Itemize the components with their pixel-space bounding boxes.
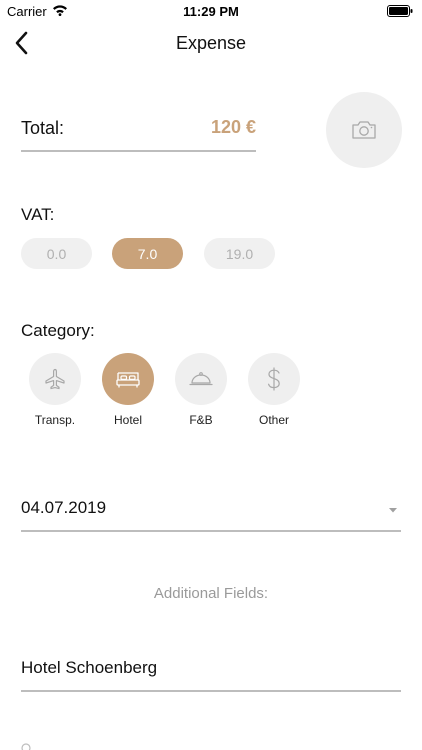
date-underline [21, 530, 401, 532]
hotel-name-field[interactable]: Hotel Schoenberg [21, 658, 157, 678]
airplane-icon [45, 368, 65, 390]
category-transport[interactable]: Transp. [29, 353, 81, 427]
category-other[interactable]: Other [248, 353, 300, 427]
camera-icon [352, 121, 376, 139]
category-hotel-circle[interactable] [102, 353, 154, 405]
vat-option-19[interactable]: 19.0 [204, 238, 275, 269]
additional-fields-heading: Additional Fields: [153, 585, 269, 602]
category-hotel[interactable]: Hotel [102, 353, 154, 427]
clock: 11:29 PM [183, 4, 239, 19]
category-food-beverage[interactable]: F&B [175, 353, 227, 427]
location-pin-icon [21, 743, 31, 750]
cloche-icon [189, 372, 213, 386]
category-food-beverage-circle[interactable] [175, 353, 227, 405]
category-transport-circle[interactable] [29, 353, 81, 405]
dollar-icon [268, 367, 280, 391]
status-bar: Carrier 11:29 PM [0, 0, 422, 22]
total-amount[interactable]: 120 € [150, 117, 256, 138]
vat-label: VAT: [21, 205, 55, 224]
category-other-label: Other [258, 413, 289, 427]
vat-option-7[interactable]: 7.0 [112, 238, 183, 269]
camera-button[interactable] [326, 92, 402, 168]
caret-down-icon[interactable] [388, 507, 398, 513]
bed-icon [116, 372, 140, 388]
category-label: Category: [21, 321, 95, 340]
page-title: Expense [175, 33, 247, 53]
category-other-circle[interactable] [248, 353, 300, 405]
date-field[interactable]: 04.07.2019 [21, 498, 106, 518]
nav-bar: Expense [0, 22, 422, 66]
hotel-name-underline [21, 690, 401, 692]
total-underline [21, 150, 256, 152]
total-label: Total: [21, 118, 65, 138]
battery-icon [387, 5, 413, 17]
vat-option-0[interactable]: 0.0 [21, 238, 92, 269]
